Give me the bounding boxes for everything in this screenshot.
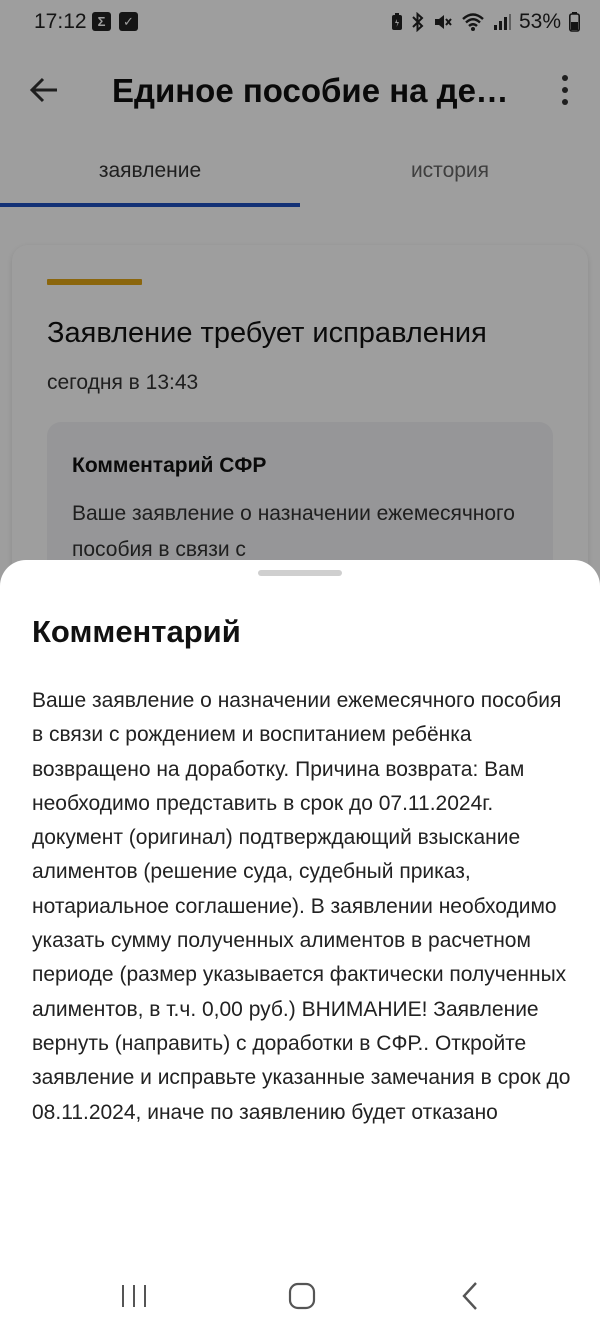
system-back-button[interactable] bbox=[440, 1274, 500, 1318]
recents-icon bbox=[122, 1285, 146, 1307]
sheet-comment-text: Ваше заявление о назначении ежемесячного… bbox=[32, 689, 571, 1124]
drag-handle[interactable] bbox=[258, 570, 342, 576]
sheet-title: Комментарий bbox=[32, 614, 241, 649]
recents-button[interactable] bbox=[104, 1274, 164, 1318]
system-nav-bar bbox=[0, 1262, 600, 1332]
home-button[interactable] bbox=[272, 1274, 332, 1318]
back-icon bbox=[462, 1282, 477, 1310]
home-icon bbox=[288, 1282, 316, 1310]
comment-bottom-sheet: Комментарий Ваше заявление о назначении … bbox=[0, 560, 600, 1332]
